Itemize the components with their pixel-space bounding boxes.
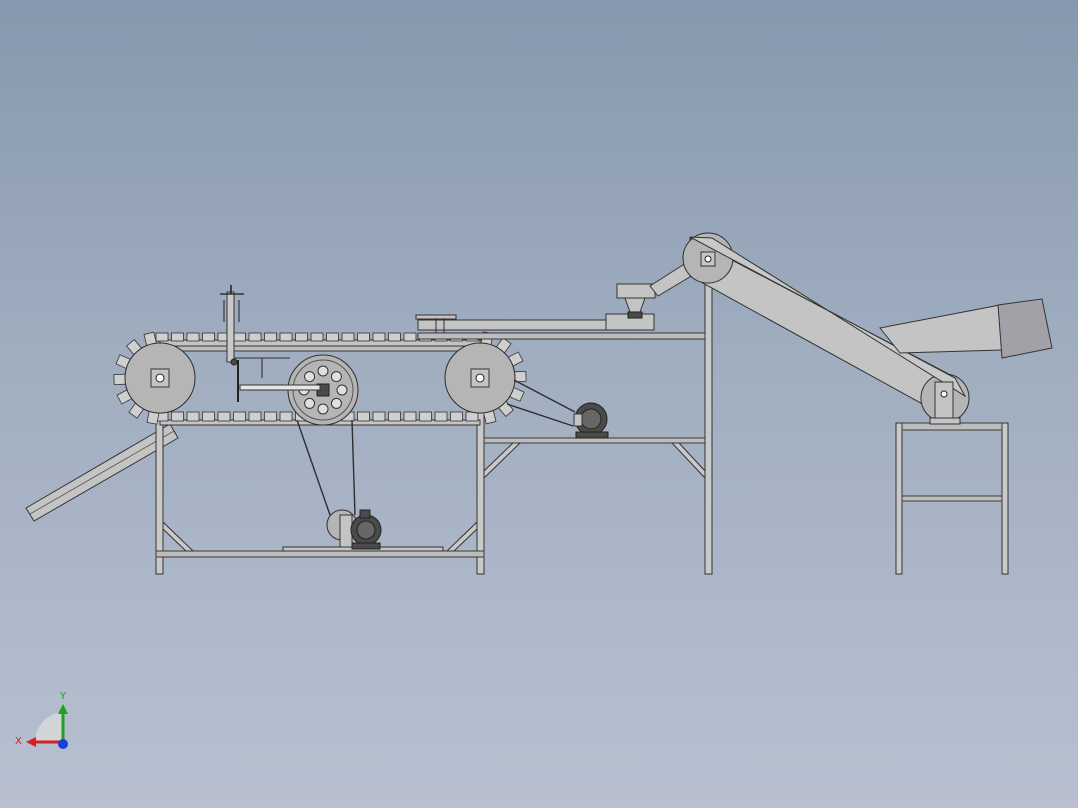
scraper-tooth <box>419 411 432 422</box>
wheel-hole <box>317 365 329 377</box>
axis-triad: Y X <box>15 691 68 749</box>
scraper-tooth <box>233 332 246 342</box>
wheel-hole <box>330 371 342 383</box>
scraper-tooth <box>372 411 386 422</box>
brace-left <box>162 520 195 552</box>
z-axis-dot <box>58 739 68 749</box>
scraper-tooth <box>372 332 386 342</box>
wheel-hole <box>304 371 316 383</box>
scraper-tooth <box>388 332 401 342</box>
scraper-tooth <box>403 411 417 422</box>
scraper-tooth <box>264 411 277 422</box>
scraper-tooth <box>171 332 184 342</box>
scraper-tooth <box>217 411 231 422</box>
scraper-tooth <box>279 332 293 342</box>
scraper-tooth <box>403 332 417 342</box>
middle-shelf <box>483 437 709 444</box>
scraper-tooth <box>295 332 308 342</box>
scraper-tooth <box>310 332 324 342</box>
brace-right <box>445 520 478 552</box>
scraper-tooth <box>341 332 355 342</box>
scraper-tooth <box>465 411 479 422</box>
discharge-chute <box>879 298 1053 359</box>
middle-top-rail <box>417 332 709 340</box>
scraper-tooth <box>186 332 200 342</box>
scraper-tooth <box>434 411 448 422</box>
wheel-hole <box>330 397 342 409</box>
wheel-hole <box>317 403 329 415</box>
track-conveyor <box>113 285 527 426</box>
cad-viewport[interactable]: Y X <box>0 0 1078 808</box>
machine-drawing: Y X <box>15 232 1053 749</box>
triad-plane <box>34 712 63 742</box>
wheel-hole <box>304 397 316 409</box>
right-stand <box>895 417 1009 575</box>
y-axis-label: Y <box>59 691 67 702</box>
hanger-post <box>220 285 244 366</box>
scraper-tooth <box>357 332 370 342</box>
middle-motor-assembly <box>506 379 609 439</box>
bottom-rail <box>155 550 485 558</box>
scraper-tooth <box>186 411 200 422</box>
scraper-tooth <box>233 411 246 422</box>
middle-leg <box>704 261 713 575</box>
bottom-motor-assembly <box>296 419 382 550</box>
wheel-hole <box>336 384 348 396</box>
scraper-tooth <box>326 332 339 342</box>
scraper-tooth <box>248 332 262 342</box>
scraper-tooth <box>202 411 215 422</box>
scraper-tooth <box>155 332 169 342</box>
scraper-tooth <box>388 411 401 422</box>
scraper-tooth <box>248 411 262 422</box>
scraper-tooth <box>202 332 215 342</box>
scraper-tooth <box>357 411 370 422</box>
scraper-tooth <box>279 411 293 422</box>
scraper-tooth <box>171 411 184 422</box>
scraper-tooth <box>450 411 463 422</box>
sprocket-tooth <box>113 373 127 386</box>
feed-chute <box>25 423 179 522</box>
x-axis-label: X <box>15 736 22 747</box>
scraper-tooth <box>264 332 277 342</box>
